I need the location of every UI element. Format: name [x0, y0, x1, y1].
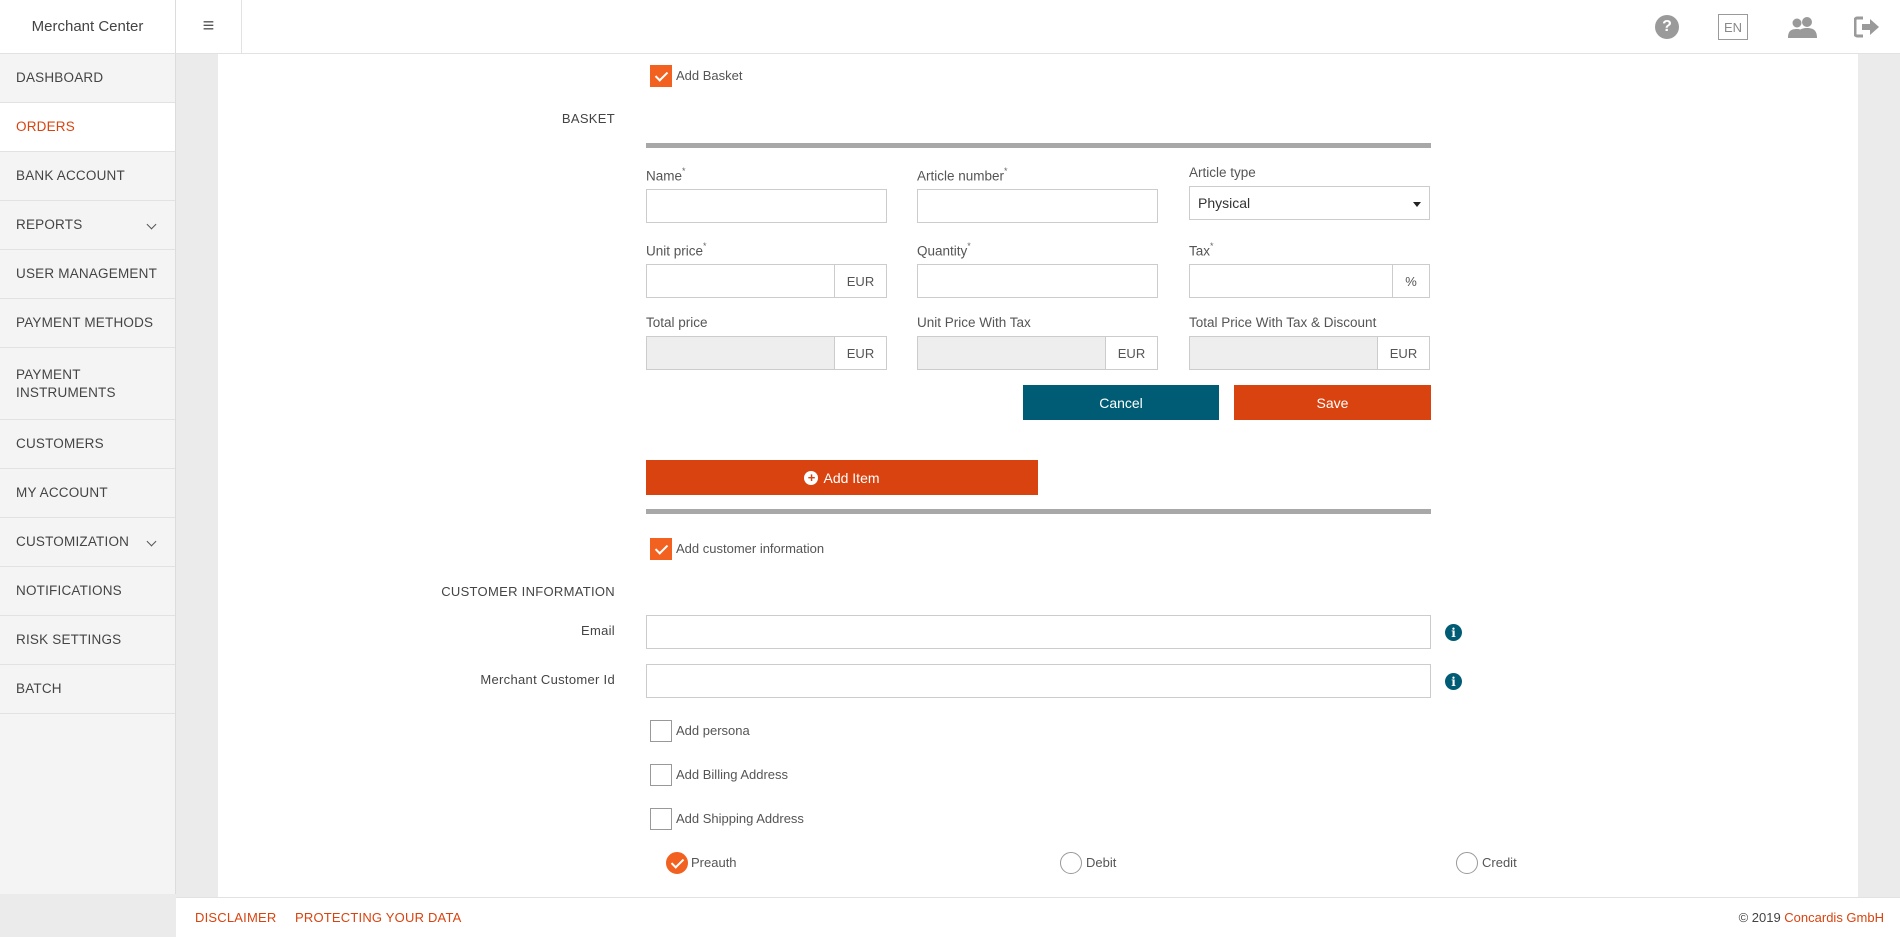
quantity-input[interactable] [917, 264, 1158, 298]
save-button[interactable]: Save [1234, 385, 1431, 420]
tax-label: Tax* [1189, 241, 1214, 259]
add-persona-checkbox[interactable] [650, 720, 672, 742]
users-icon[interactable] [1786, 13, 1820, 41]
add-persona-label: Add persona [676, 723, 750, 738]
unit-price-currency: EUR [834, 264, 887, 298]
merchant-customer-id-info-icon[interactable]: i [1445, 673, 1462, 690]
email-info-icon[interactable]: i [1445, 624, 1462, 641]
cancel-button[interactable]: Cancel [1023, 385, 1219, 420]
credit-radio[interactable] [1456, 852, 1478, 874]
sidebar-item-customers[interactable]: CUSTOMERS [0, 420, 175, 469]
tax-input[interactable] [1189, 264, 1393, 298]
total-price-input [646, 336, 835, 370]
basket-section-title: BASKET [561, 111, 615, 126]
credit-label: Credit [1482, 855, 1517, 870]
total-price-with-tax-discount-label: Total Price With Tax & Discount [1189, 315, 1377, 330]
total-price-currency: EUR [834, 336, 887, 370]
content-panel [218, 54, 1858, 897]
unit-price-input[interactable] [646, 264, 835, 298]
chevron-down-icon [146, 536, 157, 547]
protecting-your-data-link[interactable]: PROTECTING YOUR DATA [295, 910, 462, 925]
total-price-label: Total price [646, 315, 708, 330]
preauth-label: Preauth [691, 855, 737, 870]
add-shipping-address-label: Add Shipping Address [676, 811, 804, 826]
sidebar-item-batch[interactable]: BATCH [0, 665, 175, 714]
company-link[interactable]: Concardis GmbH [1784, 910, 1884, 925]
language-button[interactable]: EN [1718, 14, 1748, 40]
caret-down-icon [1413, 202, 1421, 207]
quantity-label: Quantity* [917, 241, 971, 259]
name-label: Name* [646, 166, 686, 184]
article-type-label: Article type [1189, 165, 1256, 180]
unit-price-with-tax-currency: EUR [1105, 336, 1158, 370]
plus-circle-icon: + [804, 470, 819, 485]
add-billing-address-label: Add Billing Address [676, 767, 789, 782]
article-type-select[interactable]: Physical [1189, 186, 1430, 220]
sidebar-item-bank-account[interactable]: BANK ACCOUNT [0, 152, 175, 201]
sidebar-item-payment-instruments[interactable]: PAYMENT INSTRUMENTS [0, 348, 175, 420]
add-shipping-address-checkbox[interactable] [650, 808, 672, 830]
sidebar-item-reports[interactable]: REPORTS [0, 201, 175, 250]
email-input[interactable] [646, 615, 1431, 649]
name-input[interactable] [646, 189, 887, 223]
total-price-with-tax-discount-input [1189, 336, 1378, 370]
basket-divider-bottom [646, 509, 1431, 514]
article-number-label: Article number* [917, 166, 1008, 184]
disclaimer-link[interactable]: DISCLAIMER [195, 910, 276, 925]
add-item-button[interactable]: + Add Item [646, 460, 1038, 495]
help-icon[interactable]: ? [1653, 13, 1681, 41]
copyright: © 2019 Concardis GmbH [1738, 910, 1884, 925]
sidebar-item-risk-settings[interactable]: RISK SETTINGS [0, 616, 175, 665]
debit-radio[interactable] [1060, 852, 1082, 874]
menu-toggle-icon[interactable]: ≡ [176, 0, 242, 54]
unit-price-with-tax-input [917, 336, 1106, 370]
basket-divider-top [646, 143, 1431, 148]
sidebar-item-orders[interactable]: ORDERS [0, 103, 175, 152]
add-billing-address-checkbox[interactable] [650, 764, 672, 786]
add-customer-info-label: Add customer information [676, 541, 825, 556]
footer: DISCLAIMER PROTECTING YOUR DATA © 2019 C… [176, 897, 1900, 937]
sidebar-item-customization[interactable]: CUSTOMIZATION [0, 518, 175, 567]
article-number-input[interactable] [917, 189, 1158, 223]
brand-title: Merchant Center [0, 0, 176, 54]
email-label: Email [580, 623, 615, 638]
add-basket-label: Add Basket [676, 68, 743, 83]
unit-price-label: Unit price* [646, 241, 707, 259]
debit-label: Debit [1086, 855, 1117, 870]
sidebar: DASHBOARD ORDERS BANK ACCOUNT REPORTS US… [0, 54, 176, 894]
sidebar-item-notifications[interactable]: NOTIFICATIONS [0, 567, 175, 616]
total-price-with-tax-discount-currency: EUR [1377, 336, 1430, 370]
sidebar-item-user-management[interactable]: USER MANAGEMENT [0, 250, 175, 299]
chevron-down-icon [146, 219, 157, 230]
customer-info-section-title: CUSTOMER INFORMATION [441, 584, 615, 599]
sidebar-item-my-account[interactable]: MY ACCOUNT [0, 469, 175, 518]
add-basket-checkbox[interactable] [650, 65, 672, 87]
unit-price-with-tax-label: Unit Price With Tax [917, 315, 1031, 330]
top-bar: ? EN [242, 0, 1900, 54]
merchant-customer-id-label: Merchant Customer Id [480, 672, 615, 687]
sidebar-item-dashboard[interactable]: DASHBOARD [0, 54, 175, 103]
logout-icon[interactable] [1852, 13, 1882, 41]
tax-percent-addon: % [1392, 264, 1430, 298]
sidebar-item-payment-methods[interactable]: PAYMENT METHODS [0, 299, 175, 348]
add-customer-info-checkbox[interactable] [650, 538, 672, 560]
merchant-customer-id-input[interactable] [646, 664, 1431, 698]
preauth-radio[interactable] [666, 852, 688, 874]
